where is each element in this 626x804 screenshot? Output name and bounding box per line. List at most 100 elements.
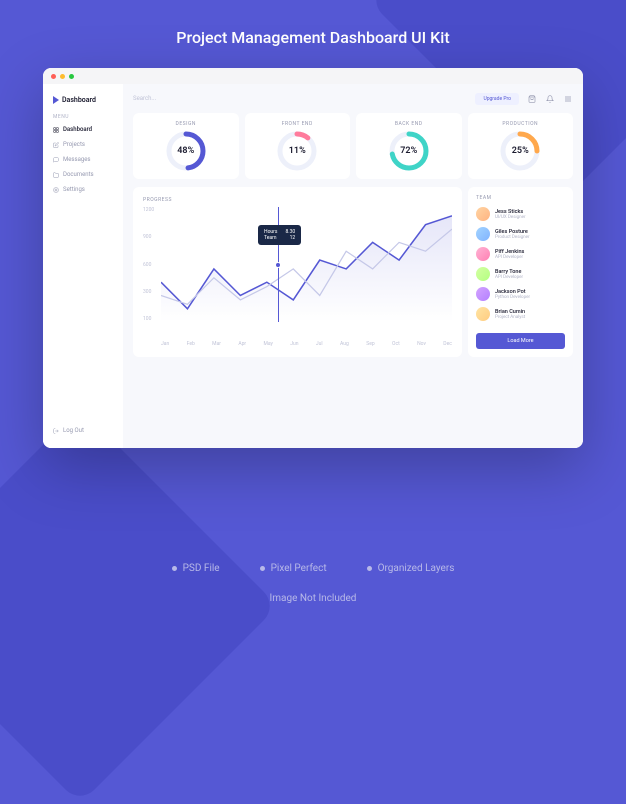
dot-icon — [172, 566, 177, 571]
x-tick: Apr — [238, 341, 246, 347]
settings-icon — [53, 187, 59, 193]
features-row: PSD FilePixel PerfectOrganized Layers — [0, 563, 626, 574]
dashboard-icon — [53, 127, 59, 133]
stat-card-back end: BACK END72% — [356, 113, 462, 179]
progress-chart: 1200 900 600 300 100 Hours8.30 Team12 Jan Feb… — [143, 207, 452, 347]
avatar — [476, 227, 490, 241]
avatar — [476, 207, 490, 221]
stat-value: 72% — [400, 146, 417, 156]
chart-tooltip: Hours8.30 Team12 — [258, 225, 301, 245]
stat-value: 48% — [177, 146, 194, 156]
nav-label: Documents — [63, 171, 94, 178]
projects-icon — [53, 142, 59, 148]
nav-item-documents[interactable]: Documents — [43, 167, 123, 182]
member-role: Python Developer — [495, 295, 530, 300]
stat-title: FRONT END — [282, 121, 313, 127]
progress-card: PROGRESS 1200 900 600 300 100 Hours8.30 Team… — [133, 187, 462, 357]
y-tick: 100 — [143, 316, 154, 322]
menu-icon[interactable] — [563, 94, 573, 104]
donut-chart: 48% — [166, 131, 206, 171]
footer-note: Image Not Included — [0, 593, 626, 604]
close-dot[interactable] — [51, 74, 56, 79]
nav-item-projects[interactable]: Projects — [43, 137, 123, 152]
donut-chart: 25% — [500, 131, 540, 171]
feature-item: Pixel Perfect — [260, 563, 327, 574]
x-tick: Jul — [316, 341, 323, 347]
nav-label: Messages — [63, 156, 91, 163]
donut-chart: 11% — [277, 131, 317, 171]
avatar — [476, 247, 490, 261]
dot-icon — [260, 566, 265, 571]
x-tick: Dec — [443, 341, 452, 347]
x-tick: Jan — [161, 341, 169, 347]
nav-item-settings[interactable]: Settings — [43, 182, 123, 197]
y-tick: 900 — [143, 234, 154, 240]
y-tick: 600 — [143, 262, 154, 268]
progress-title: PROGRESS — [143, 197, 452, 203]
stat-value: 11% — [289, 146, 306, 156]
nav-item-dashboard[interactable]: Dashboard — [43, 122, 123, 137]
team-card: TEAM Jess SticksUI/UX Designer Giles Post… — [468, 187, 573, 357]
stat-card-front end: FRONT END 11% — [245, 113, 351, 179]
member-role: Project Analyst — [495, 315, 525, 320]
page-title: Project Management Dashboard UI Kit — [0, 0, 626, 47]
avatar — [476, 287, 490, 301]
app-window: Dashboard MENU Dashboard Projects Messages… — [43, 68, 583, 448]
team-member[interactable]: Giles PostureProduct Designer — [476, 227, 565, 241]
brand-logo[interactable]: Dashboard — [43, 92, 123, 112]
y-tick: 1200 — [143, 207, 154, 213]
stat-card-production: PRODUCTION 25% — [468, 113, 574, 179]
documents-icon — [53, 172, 59, 178]
x-tick: Mar — [212, 341, 221, 347]
x-tick: May — [263, 341, 272, 347]
stat-value: 25% — [512, 146, 529, 156]
member-role: Product Designer — [495, 235, 530, 240]
member-role: UI/UX Designer — [495, 215, 526, 220]
maximize-dot[interactable] — [69, 74, 74, 79]
logout-label: Log Out — [63, 427, 84, 434]
logout-icon — [53, 428, 59, 434]
window-titlebar — [43, 68, 583, 84]
avatar — [476, 267, 490, 281]
topbar: Search... Upgrade Pro — [133, 92, 573, 105]
brand-name: Dashboard — [62, 96, 96, 104]
stat-title: DESIGN — [176, 121, 196, 127]
bell-icon[interactable] — [545, 94, 555, 104]
team-member[interactable]: Barry ToneAPI Developer — [476, 267, 565, 281]
member-role: API Developer — [495, 275, 523, 280]
x-tick: Nov — [417, 341, 426, 347]
load-more-button[interactable]: Load More — [476, 333, 565, 349]
team-member[interactable]: Jackson PotPython Developer — [476, 287, 565, 301]
messages-icon — [53, 157, 59, 163]
search-input[interactable]: Search... — [133, 92, 467, 105]
menu-section-label: MENU — [43, 112, 123, 122]
stat-cards-row: DESIGN48%FRONT END11%BACK END72%PRODUCTI… — [133, 113, 573, 179]
nav-item-messages[interactable]: Messages — [43, 152, 123, 167]
nav-label: Settings — [63, 186, 85, 193]
y-tick: 300 — [143, 289, 154, 295]
donut-chart: 72% — [389, 131, 429, 171]
nav-label: Dashboard — [63, 126, 92, 133]
team-title: TEAM — [476, 195, 565, 201]
x-tick: Sep — [366, 341, 374, 347]
logout-button[interactable]: Log Out — [43, 421, 123, 440]
x-tick: Jun — [290, 341, 298, 347]
chart-indicator-dot — [275, 262, 281, 268]
cart-icon[interactable] — [527, 94, 537, 104]
x-tick: Feb — [187, 341, 195, 347]
team-member[interactable]: Brian CuminProject Analyst — [476, 307, 565, 321]
stat-card-design: DESIGN 48% — [133, 113, 239, 179]
upgrade-button[interactable]: Upgrade Pro — [475, 93, 519, 105]
sidebar: Dashboard MENU Dashboard Projects Messages… — [43, 84, 123, 448]
nav-label: Projects — [63, 141, 85, 148]
avatar — [476, 307, 490, 321]
team-member[interactable]: Piff JenkinsAPI Developer — [476, 247, 565, 261]
feature-item: PSD File — [172, 563, 220, 574]
stat-title: PRODUCTION — [502, 121, 538, 127]
play-icon — [53, 96, 59, 104]
dot-icon — [367, 566, 372, 571]
team-member[interactable]: Jess SticksUI/UX Designer — [476, 207, 565, 221]
minimize-dot[interactable] — [60, 74, 65, 79]
x-tick: Aug — [340, 341, 349, 347]
main-content: Search... Upgrade Pro DESIGN 48% FRONT END… — [123, 84, 583, 448]
